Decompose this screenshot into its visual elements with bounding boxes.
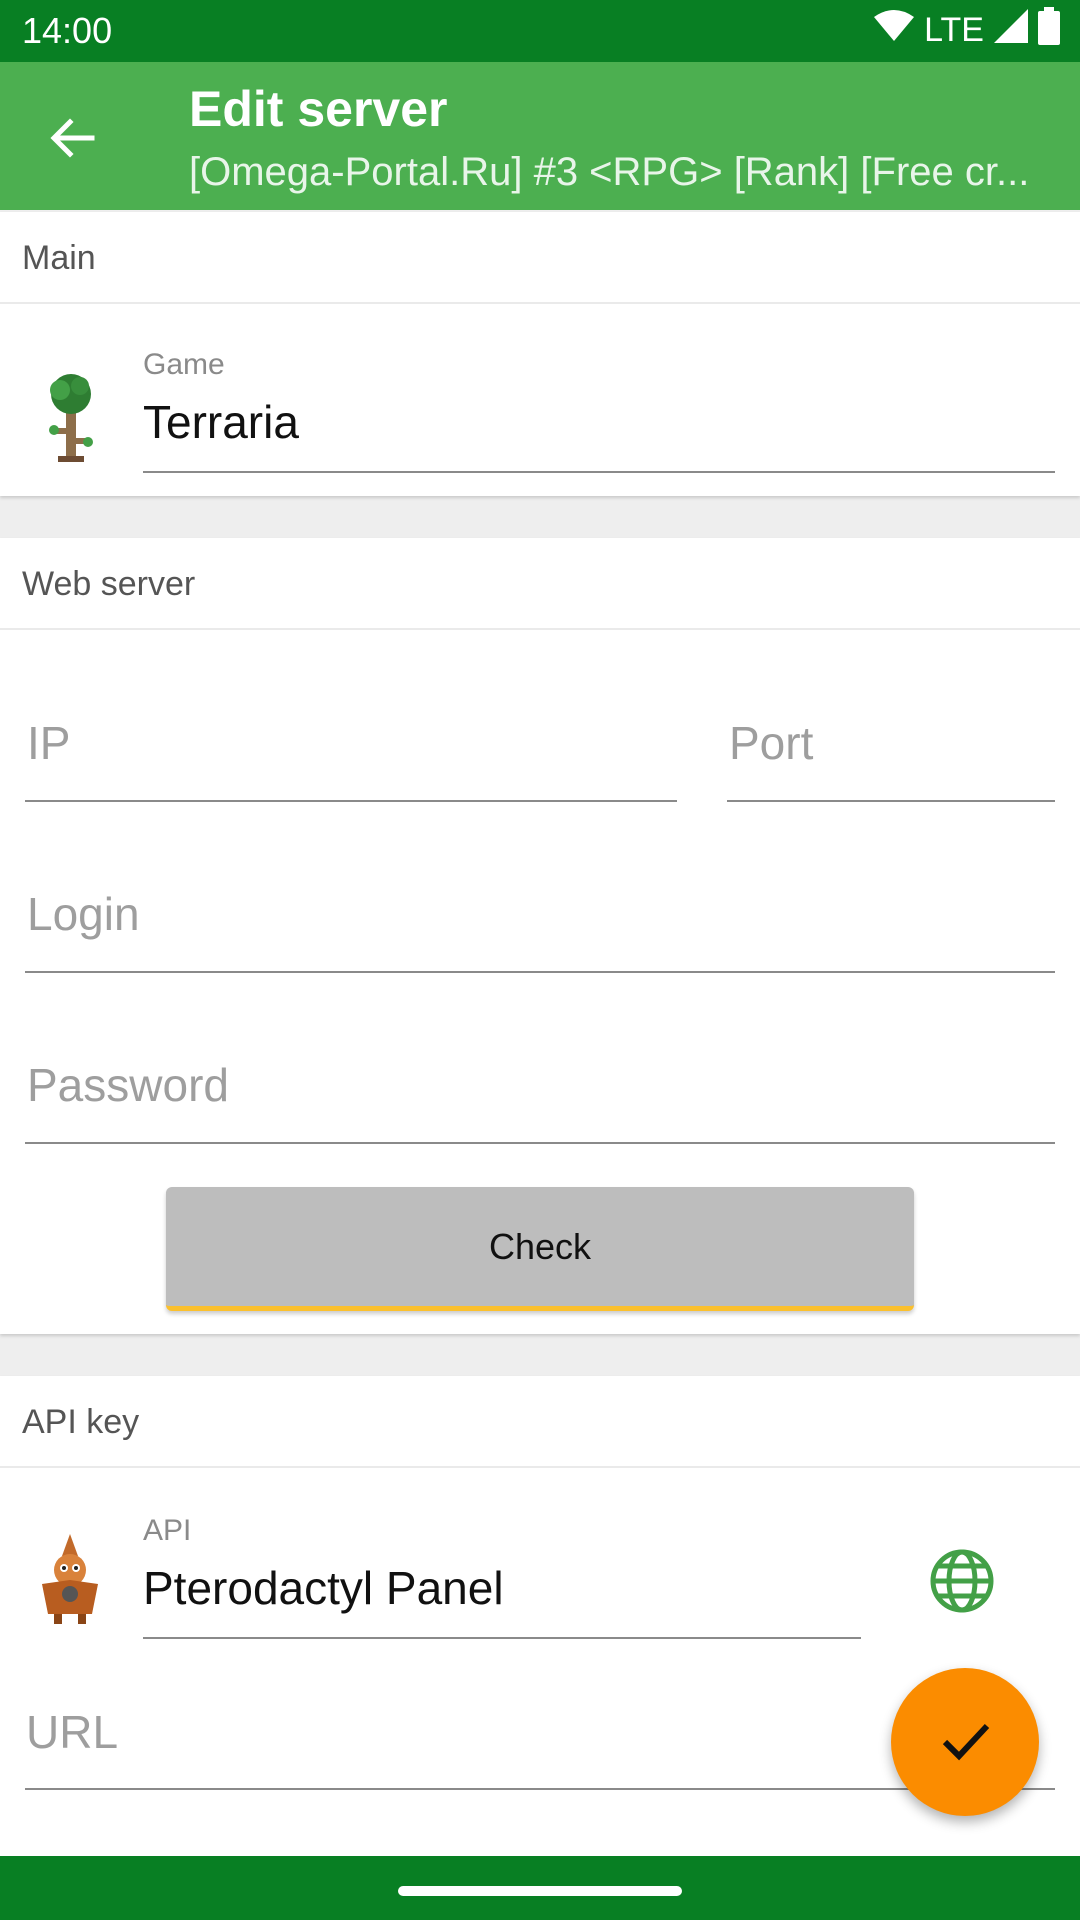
pterodactyl-icon	[40, 1534, 100, 1629]
api-field-underline	[143, 1637, 861, 1639]
status-icons: LTE	[874, 6, 1060, 52]
check-button-label: Check	[488, 1225, 592, 1267]
api-key-section-header: API key	[0, 1376, 1080, 1468]
status-bar: 14:00 LTE	[0, 0, 1080, 62]
port-field-placeholder[interactable]: Port	[729, 716, 813, 770]
game-field-label: Game	[143, 348, 225, 381]
globe-icon[interactable]	[929, 1548, 995, 1619]
ip-field-placeholder[interactable]: IP	[27, 716, 70, 770]
app-bar: Edit server [Omega-Portal.Ru] #3 <RPG> […	[0, 62, 1080, 210]
check-button[interactable]: Check	[166, 1187, 914, 1311]
game-field-underline	[143, 471, 1055, 473]
api-field-value[interactable]: Pterodactyl Panel	[143, 1561, 504, 1615]
navigation-bar	[0, 1856, 1080, 1920]
home-handle[interactable]	[398, 1886, 682, 1896]
save-fab-button[interactable]	[891, 1668, 1039, 1816]
web-server-section: Web server IP Port Login Password Check	[0, 538, 1080, 1334]
game-field-value[interactable]: Terraria	[143, 395, 299, 449]
login-field-placeholder[interactable]: Login	[27, 887, 140, 941]
main-section-header: Main	[0, 212, 1080, 304]
url-field-placeholder[interactable]: URL	[26, 1705, 118, 1759]
ip-field-underline	[25, 800, 677, 802]
web-server-section-header: Web server	[0, 538, 1080, 630]
main-section: Main Game Terraria	[0, 212, 1080, 496]
page-title: Edit server	[189, 81, 448, 137]
port-field-underline	[727, 800, 1055, 802]
url-field-underline	[25, 1788, 1055, 1790]
check-icon	[937, 1712, 993, 1773]
password-field-underline	[25, 1142, 1055, 1144]
battery-icon	[1038, 6, 1060, 54]
network-type: LTE	[924, 10, 984, 49]
signal-icon	[994, 8, 1028, 52]
status-time: 14:00	[22, 10, 113, 51]
terraria-tree-icon	[42, 372, 100, 467]
wifi-icon	[874, 9, 915, 52]
page-subtitle: [Omega-Portal.Ru] #3 <RPG> [Rank] [Free …	[189, 150, 1030, 194]
password-field-placeholder[interactable]: Password	[27, 1058, 229, 1112]
login-field-underline	[25, 971, 1055, 973]
api-field-label: API	[143, 1514, 192, 1547]
arrow-back-icon[interactable]	[44, 110, 100, 166]
